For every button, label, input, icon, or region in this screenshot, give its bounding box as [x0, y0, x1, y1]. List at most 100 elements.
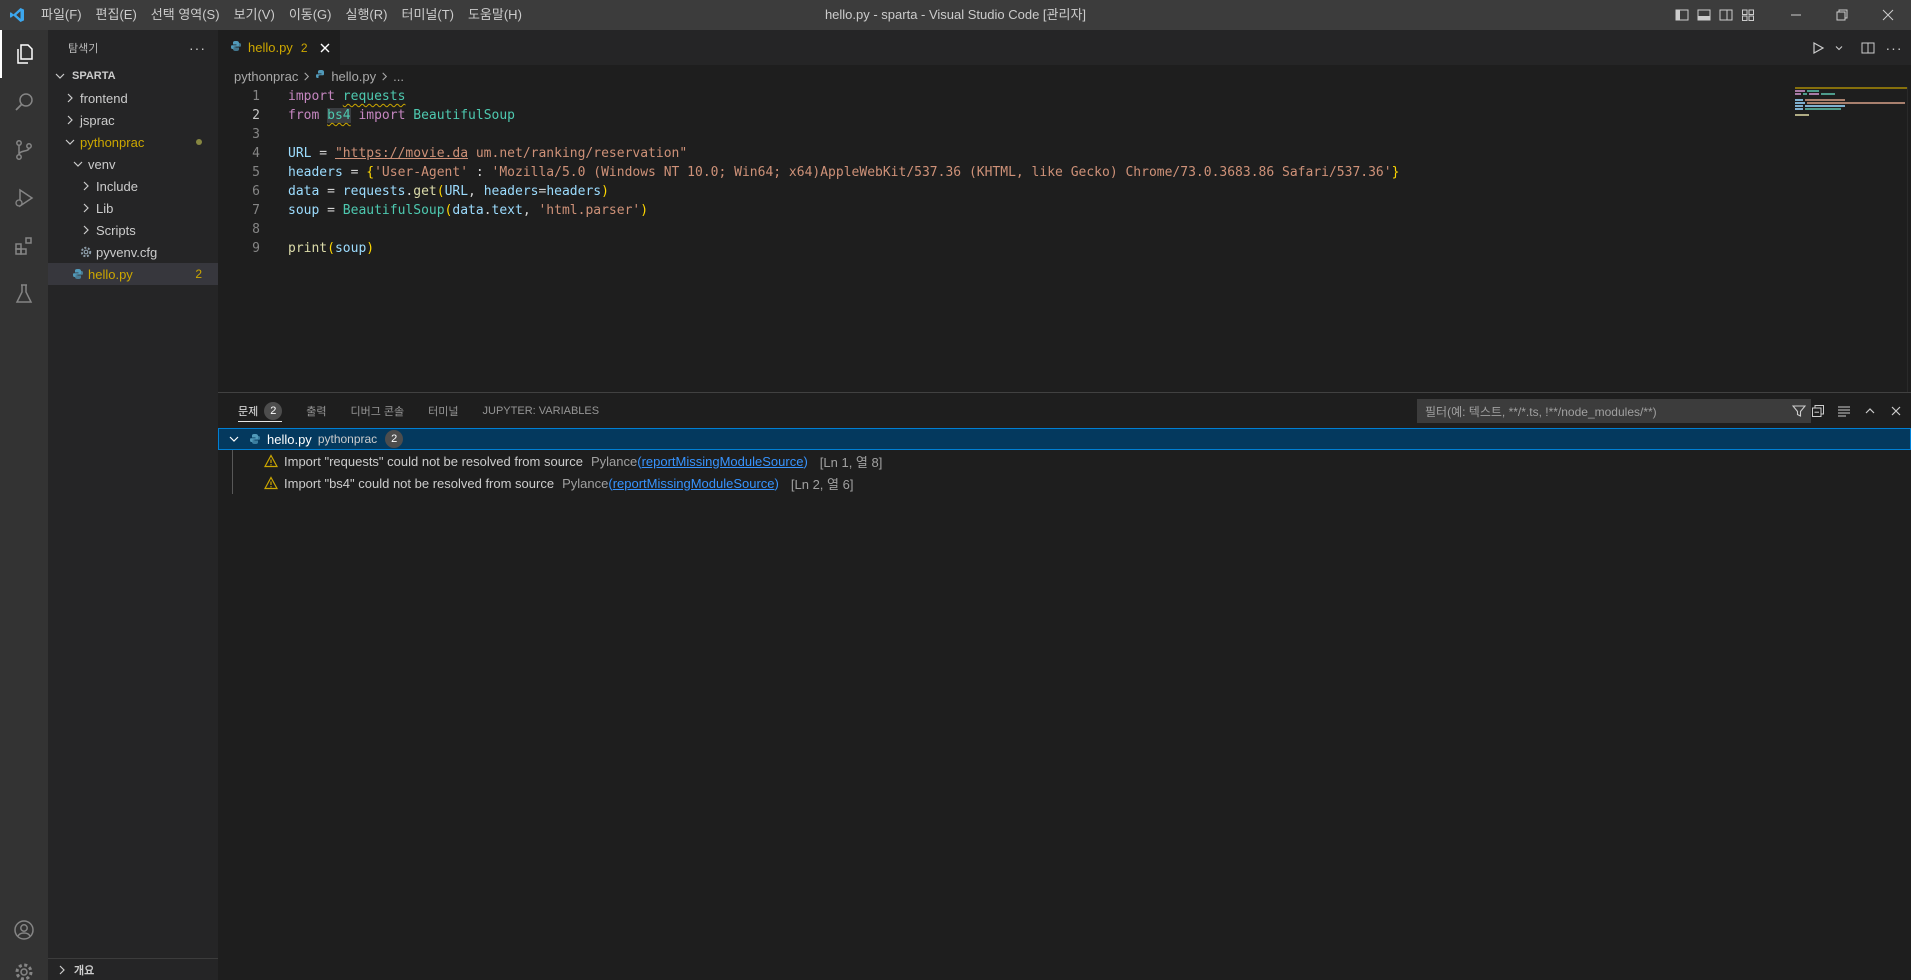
filter-placeholder: 필터(예: 텍스트, **/*.ts, !**/node_modules/**) — [1425, 404, 1657, 419]
breadcrumb-symbols[interactable]: ... — [393, 69, 404, 84]
menu-bar: 파일(F) 편집(E) 선택 영역(S) 보기(V) 이동(G) 실행(R) 터… — [34, 0, 529, 30]
toggle-secondary-sidebar-icon[interactable] — [1715, 0, 1737, 30]
explorer-sidebar: 탐색기 ··· SPARTA frontend jsprac pythonpra… — [48, 30, 218, 980]
tab-debug-console[interactable]: 디버그 콘솔 — [351, 393, 405, 428]
line-number: 8 — [252, 222, 260, 237]
chevron-right-icon — [78, 178, 94, 194]
menu-file[interactable]: 파일(F) — [34, 0, 89, 30]
more-actions-icon[interactable]: ··· — [189, 40, 206, 56]
string-literal: um.net/ranking/reservation" — [468, 146, 688, 161]
search-icon[interactable] — [0, 78, 48, 126]
minimap[interactable] — [1795, 87, 1907, 392]
close-window-icon[interactable] — [1865, 0, 1911, 30]
explorer-icon[interactable] — [0, 30, 48, 78]
tab-terminal[interactable]: 터미널 — [428, 393, 458, 428]
close-tab-icon[interactable] — [320, 43, 330, 53]
extensions-icon[interactable] — [0, 222, 48, 270]
editor-scrollbar[interactable] — [1907, 87, 1911, 392]
tree-item-jsprac[interactable]: jsprac — [48, 109, 218, 131]
problem-location: [Ln 1, 열 8] — [819, 454, 883, 470]
python-file-icon — [249, 433, 261, 445]
module-name: bs4 — [327, 108, 351, 123]
problem-row[interactable]: Import "requests" could not be resolved … — [218, 450, 1911, 472]
keyword: from — [288, 108, 320, 123]
manage-gear-icon[interactable] — [0, 954, 48, 980]
menu-help[interactable]: 도움말(H) — [461, 0, 529, 30]
code-line: 3 — [218, 125, 1788, 144]
toggle-primary-sidebar-icon[interactable] — [1671, 0, 1693, 30]
run-debug-icon[interactable] — [0, 174, 48, 222]
menu-go[interactable]: 이동(G) — [282, 0, 339, 30]
outline-section-header[interactable]: 개요 — [48, 958, 218, 980]
problem-row[interactable]: Import "bs4" could not be resolved from … — [218, 472, 1911, 494]
tree-item-label: Scripts — [96, 222, 136, 238]
tab-problems[interactable]: 문제 2 — [238, 393, 283, 428]
bracket: ) — [366, 241, 375, 256]
customize-layout-icon[interactable] — [1737, 0, 1759, 30]
menu-edit[interactable]: 편집(E) — [89, 0, 144, 30]
string-literal: 'User-Agent' — [374, 165, 469, 180]
breadcrumb-folder[interactable]: pythonprac — [234, 69, 298, 84]
bracket: { — [366, 165, 375, 180]
problem-file-row[interactable]: hello.py pythonprac 2 — [218, 428, 1911, 450]
tab-hello-py[interactable]: hello.py 2 — [218, 30, 340, 65]
toggle-panel-icon[interactable] — [1693, 0, 1715, 30]
tree-item-pyvenv-cfg[interactable]: pyvenv.cfg — [48, 241, 218, 263]
filter-icon[interactable] — [1791, 403, 1807, 419]
operator: . — [483, 203, 492, 218]
tree-item-scripts[interactable]: Scripts — [48, 219, 218, 241]
problem-code-link[interactable]: reportMissingModuleSource — [613, 476, 775, 491]
menu-terminal[interactable]: 터미널(T) — [394, 0, 460, 30]
source-control-icon[interactable] — [0, 126, 48, 174]
bracket: ( — [327, 241, 335, 256]
maximize-panel-icon[interactable] — [1859, 400, 1881, 422]
line-number: 4 — [252, 146, 260, 161]
tree-item-label: Include — [96, 178, 138, 194]
tab-label: 터미널 — [428, 405, 459, 418]
tab-output[interactable]: 출력 — [306, 393, 326, 428]
view-as-tree-icon[interactable] — [1833, 400, 1855, 422]
menu-selection[interactable]: 선택 영역(S) — [144, 0, 227, 30]
split-editor-icon[interactable] — [1857, 37, 1879, 59]
tree-item-pythonprac[interactable]: pythonprac — [48, 131, 218, 153]
vscode-logo-icon — [0, 0, 34, 30]
tree-item-label: hello.py — [88, 266, 133, 282]
breadcrumb-file[interactable]: hello.py — [331, 69, 376, 84]
bracket: ) — [601, 184, 609, 199]
restore-icon[interactable] — [1819, 0, 1865, 30]
tab-jupyter-variables[interactable]: JUPYTER: VARIABLES — [483, 393, 600, 428]
testing-flask-icon[interactable] — [0, 270, 48, 318]
run-python-file-icon[interactable] — [1807, 37, 1829, 59]
accounts-icon[interactable] — [0, 906, 48, 954]
function-name: get — [413, 184, 437, 199]
code-line: 1 import requests — [218, 87, 1788, 106]
variable: headers — [546, 184, 602, 199]
string-literal: 'Mozilla/5.0 (Windows NT 10.0; Win64; x6… — [491, 165, 1392, 180]
chevron-down-icon — [52, 71, 68, 81]
tree-item-label: pythonprac — [80, 134, 145, 150]
menu-view[interactable]: 보기(V) — [227, 0, 282, 30]
bracket: ( — [436, 184, 445, 199]
problem-code-link[interactable]: reportMissingModuleSource — [642, 454, 804, 469]
more-actions-icon[interactable]: ··· — [1883, 37, 1905, 59]
workspace-section-header[interactable]: SPARTA — [48, 65, 218, 87]
tree-item-include[interactable]: Include — [48, 175, 218, 197]
problem-file-count-badge: 2 — [385, 430, 404, 448]
close-panel-icon[interactable] — [1885, 400, 1907, 422]
problems-filter-input[interactable]: 필터(예: 텍스트, **/*.ts, !**/node_modules/**) — [1417, 399, 1811, 423]
problem-source: Pylance — [562, 475, 609, 491]
module-name: requests — [342, 89, 406, 104]
tree-item-frontend[interactable]: frontend — [48, 87, 218, 109]
menu-run[interactable]: 실행(R) — [339, 0, 395, 30]
tree-item-venv[interactable]: venv — [48, 153, 218, 175]
problem-count-badge: 2 — [195, 267, 202, 281]
tree-item-lib[interactable]: Lib — [48, 197, 218, 219]
panel-actions — [1807, 399, 1907, 423]
tree-item-hello-py[interactable]: hello.py 2 — [48, 263, 218, 285]
gear-icon — [78, 244, 94, 260]
chevron-right-icon — [62, 90, 78, 106]
collapse-all-icon[interactable] — [1807, 400, 1829, 422]
minimize-icon[interactable] — [1773, 0, 1819, 30]
run-dropdown-chevron-icon[interactable] — [1833, 37, 1845, 59]
code-editor[interactable]: 1 import requests 2 from bs4 import Beau… — [218, 87, 1788, 258]
